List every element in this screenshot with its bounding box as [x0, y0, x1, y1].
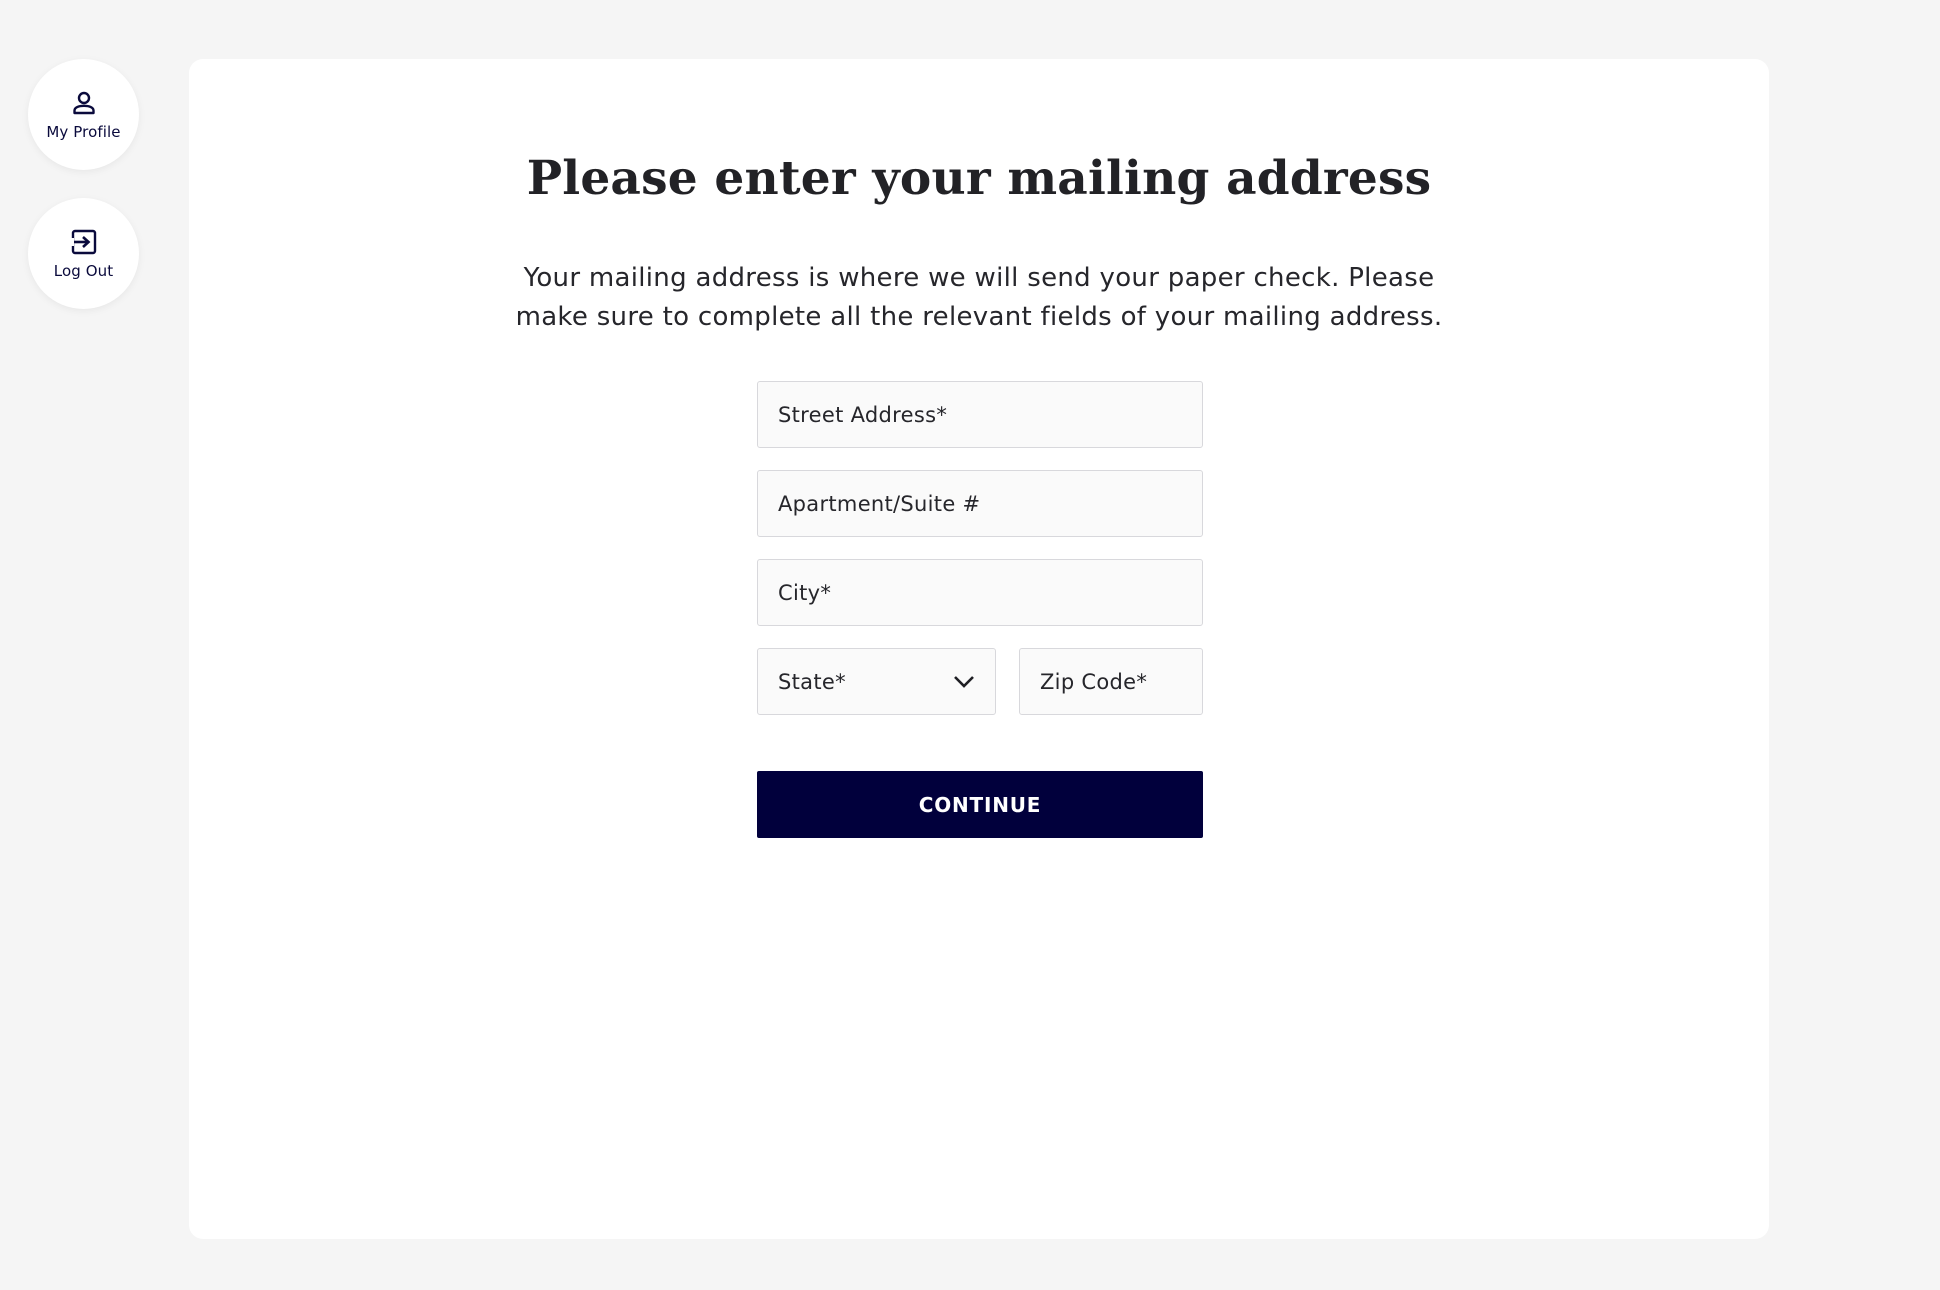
state-select[interactable]: State* — [757, 648, 996, 715]
street-address-input[interactable] — [757, 381, 1203, 448]
log-out-label: Log Out — [53, 261, 114, 280]
address-form-card: Please enter your mailing address Your m… — [189, 59, 1769, 1239]
chevron-down-icon — [953, 675, 975, 689]
logout-icon — [70, 228, 98, 256]
zip-code-input[interactable] — [1019, 648, 1203, 715]
my-profile-button[interactable]: My Profile — [28, 59, 139, 170]
continue-button[interactable]: CONTINUE — [757, 771, 1203, 838]
apartment-suite-input[interactable] — [757, 470, 1203, 537]
log-out-button[interactable]: Log Out — [28, 198, 139, 309]
my-profile-label: My Profile — [46, 122, 121, 141]
city-input[interactable] — [757, 559, 1203, 626]
state-select-label: State* — [778, 669, 846, 694]
page-subtitle: Your mailing address is where we will se… — [515, 263, 1443, 332]
page-title: Please enter your mailing address — [526, 151, 1432, 206]
person-icon — [70, 89, 98, 117]
